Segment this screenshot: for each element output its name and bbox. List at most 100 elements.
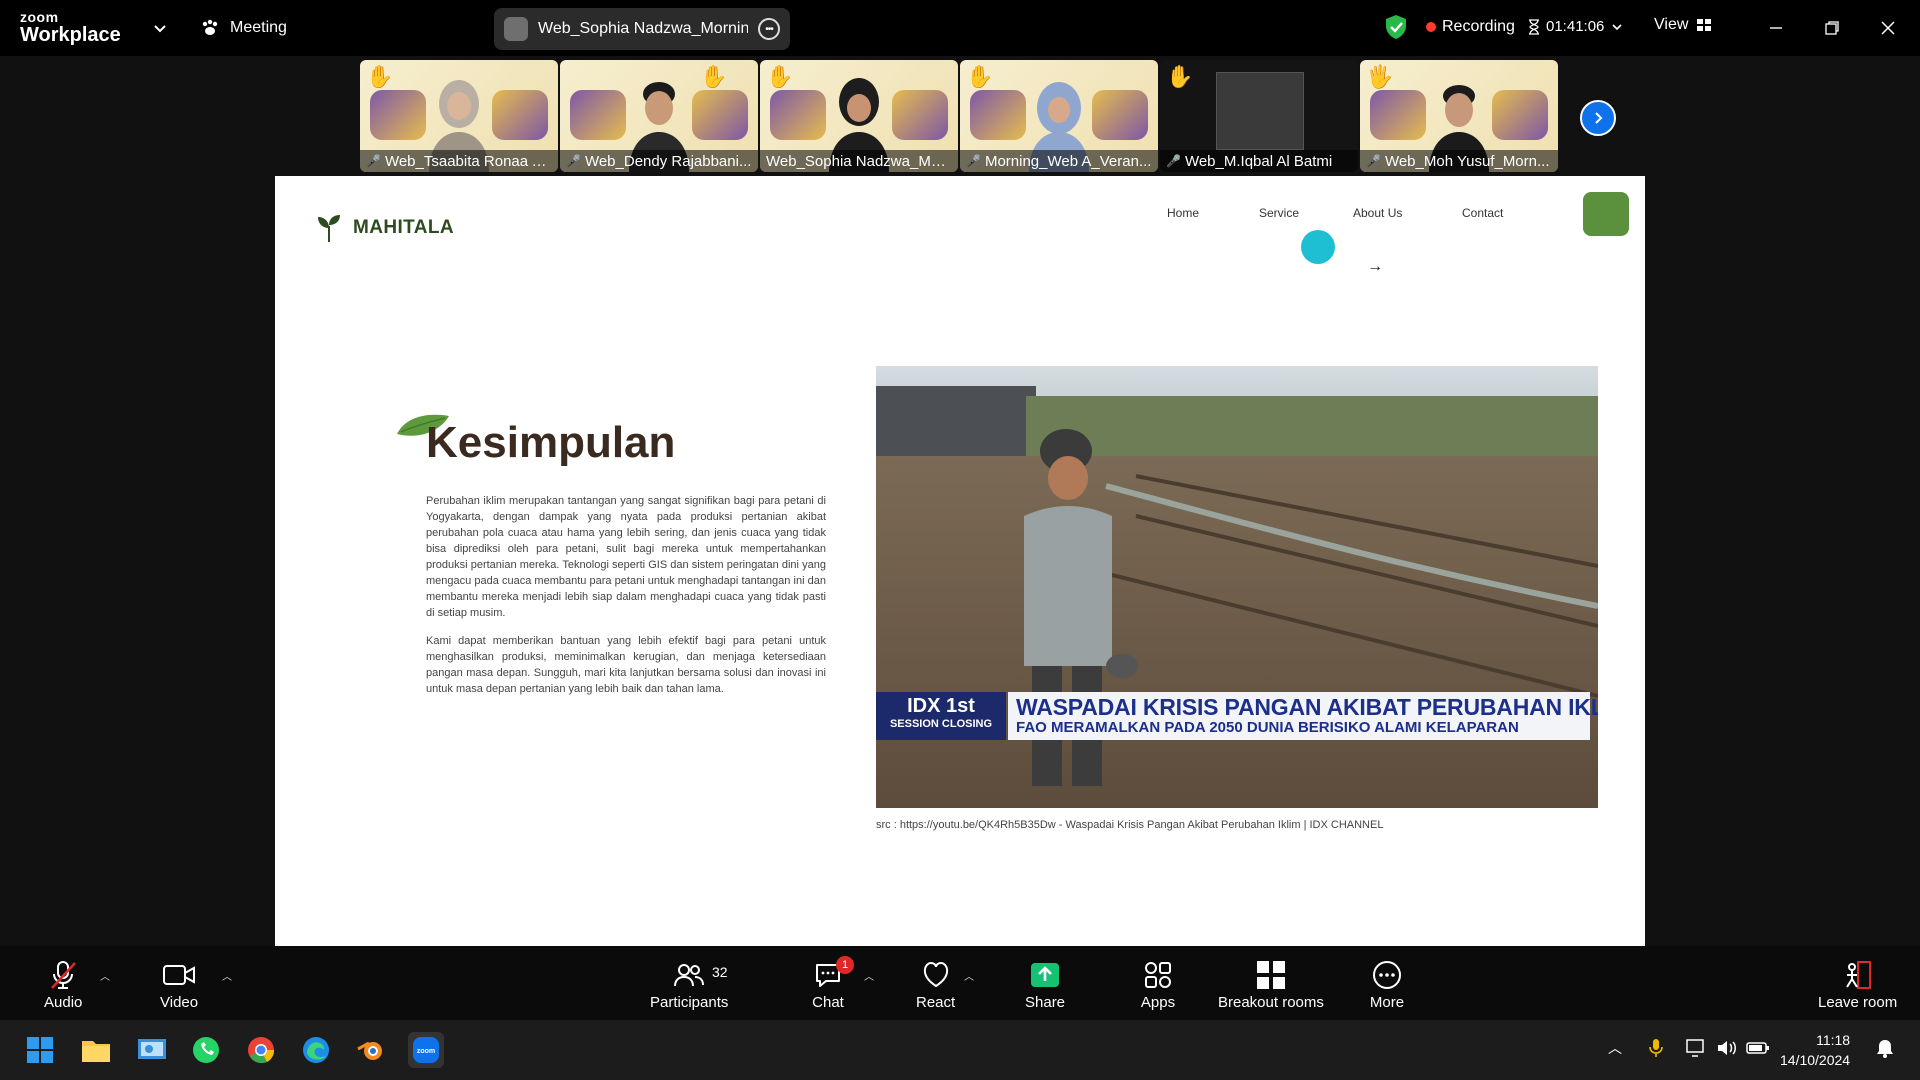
brand-name: MAHITALA xyxy=(353,217,454,238)
event-banner-right xyxy=(1492,90,1548,140)
chevron-down-icon[interactable] xyxy=(148,16,172,40)
windows-start-icon[interactable] xyxy=(22,1032,58,1068)
blender-icon[interactable] xyxy=(353,1032,389,1068)
mic-muted-icon: 🎤 xyxy=(366,154,381,168)
video-button[interactable]: Video xyxy=(160,960,198,1011)
more-button[interactable]: More xyxy=(1369,960,1405,1011)
video-source-caption: src : https://youtu.be/QK4Rh5B35Dw - Was… xyxy=(876,819,1384,831)
restore-icon[interactable] xyxy=(1816,12,1848,44)
react-options-caret[interactable]: ︿ xyxy=(964,968,974,983)
news-headline: WASPADAI KRISIS PANGAN AKIBAT PERUBAHAN … xyxy=(1016,694,1598,720)
battery-icon[interactable] xyxy=(1746,1038,1770,1061)
show-hidden-icons[interactable]: ︿ xyxy=(1608,1038,1622,1058)
participant-namebar: 🎤 Web_Tsaabita Ronaa A... xyxy=(360,150,558,172)
paragraph-1: Perubahan iklim merupakan tantangan yang… xyxy=(426,495,826,619)
notification-bell-icon[interactable] xyxy=(1876,1038,1894,1061)
shield-check-icon[interactable] xyxy=(1384,14,1408,40)
idx-badge-sub: SESSION CLOSING xyxy=(889,718,993,730)
chat-label: Chat xyxy=(812,994,844,1011)
edge-icon[interactable] xyxy=(298,1032,334,1068)
site-brand[interactable]: MAHITALA xyxy=(315,212,454,244)
chrome-icon[interactable] xyxy=(243,1032,279,1068)
participant-tile[interactable]: ✋ 🎤 Web_Tsaabita Ronaa A... xyxy=(360,60,558,172)
paw-icon xyxy=(202,19,218,35)
network-icon[interactable] xyxy=(1686,1038,1708,1061)
participant-namebar: 🎤 Web_Moh Yusuf_Morn... xyxy=(1360,150,1558,172)
participant-tile[interactable]: ✋ 🎤 Web_Dendy Rajabbani... xyxy=(560,60,758,172)
video-options-caret[interactable]: ︿ xyxy=(222,968,232,983)
participant-name: Web_Dendy Rajabbani... xyxy=(584,152,752,170)
more-label: More xyxy=(1369,994,1405,1011)
view-button[interactable]: View xyxy=(1654,16,1712,34)
audio-label: Audio xyxy=(44,994,83,1011)
record-dot-icon xyxy=(1426,22,1436,32)
view-label: View xyxy=(1654,16,1689,33)
chat-options-caret[interactable]: ︿ xyxy=(864,968,874,983)
more-options-icon[interactable]: ••• xyxy=(758,18,780,40)
zoom-logo[interactable]: zoom Workplace xyxy=(20,10,121,46)
event-banner-right xyxy=(692,90,748,140)
audio-button[interactable]: Audio xyxy=(44,960,82,1011)
sprout-logo-icon xyxy=(318,215,340,242)
participant-name: Morning_Web A_Veran... xyxy=(984,152,1152,170)
taskbar-clock[interactable]: 11:18 14/10/2024 xyxy=(1780,1030,1850,1070)
meeting-timer[interactable]: 01:41:06 xyxy=(1528,18,1624,35)
whatsapp-icon[interactable] xyxy=(188,1032,224,1068)
breakout-rooms-button[interactable]: Breakout rooms xyxy=(1218,960,1324,1011)
sharer-avatar xyxy=(504,17,528,41)
mic-muted-icon: 🎤 xyxy=(966,154,981,168)
raised-hand-icon: 🖐 xyxy=(1366,64,1394,89)
event-banner-left xyxy=(770,90,826,140)
recording-indicator[interactable]: Recording xyxy=(1426,18,1515,36)
arrow-right-icon: → xyxy=(1367,258,1383,275)
apps-button[interactable]: Apps xyxy=(1140,960,1176,1011)
timer-value: 01:41:06 xyxy=(1546,18,1605,35)
leave-room-button[interactable]: Leave room xyxy=(1818,960,1897,1011)
event-banner-left xyxy=(370,90,426,140)
raised-hand-icon: ✋ xyxy=(366,64,394,89)
zoom-taskbar-icon[interactable]: zoom xyxy=(408,1032,444,1068)
microphone-tray-icon[interactable] xyxy=(1648,1038,1664,1061)
file-explorer-icon[interactable] xyxy=(78,1032,114,1068)
volume-icon[interactable] xyxy=(1716,1038,1738,1061)
idx-badge: IDX 1st SESSION CLOSING xyxy=(876,692,1006,740)
nav-home[interactable]: Home xyxy=(1167,206,1199,220)
close-icon[interactable] xyxy=(1872,12,1904,44)
nav-service[interactable]: Service xyxy=(1259,206,1299,220)
news-video-still[interactable]: IDX 1st SESSION CLOSING WASPADAI KRISIS … xyxy=(876,366,1598,808)
participant-tile[interactable]: ✋ Web_Sophia Nadzwa_Mor... xyxy=(760,60,958,172)
windows-taskbar: zoom ︿ 11:18 14/10/2024 xyxy=(0,1020,1920,1080)
zoom-window: zoom Workplace Meeting Web_Sophia Nadzwa… xyxy=(0,0,1920,1080)
pointer-highlight xyxy=(1301,230,1335,264)
share-label: Share xyxy=(1025,994,1066,1011)
mic-muted-icon: 🎤 xyxy=(1166,154,1181,168)
screen-share-indicator[interactable]: Web_Sophia Nadzwa_Morning's ••• xyxy=(494,8,790,50)
participant-video xyxy=(1216,72,1304,150)
section-heading: Kesimpulan xyxy=(426,418,676,467)
participant-tile[interactable]: ✋ 🎤 Web_M.Iqbal Al Batmi xyxy=(1160,60,1358,172)
participant-tile[interactable]: 🖐 🎤 Web_Moh Yusuf_Morn... xyxy=(1360,60,1558,172)
participant-tile[interactable]: ✋ 🎤 Morning_Web A_Veran... xyxy=(960,60,1158,172)
apps-label: Apps xyxy=(1140,994,1176,1011)
nav-about[interactable]: About Us xyxy=(1353,206,1402,220)
video-camera-icon xyxy=(161,960,197,990)
react-label: React xyxy=(916,994,956,1011)
minimize-icon[interactable] xyxy=(1760,12,1792,44)
nav-cta-button[interactable] xyxy=(1583,192,1629,236)
meeting-toolbar: Audio ︿ Video ︿ Participants 32 Chat 1 ︿… xyxy=(0,946,1920,1020)
control-panel-icon[interactable] xyxy=(134,1032,170,1068)
participants-label: Participants xyxy=(650,994,729,1011)
idx-badge-title: IDX 1st xyxy=(907,695,975,717)
meeting-button[interactable]: Meeting xyxy=(200,14,287,42)
clock-time: 11:18 xyxy=(1816,1032,1851,1048)
react-button[interactable]: React xyxy=(916,960,955,1011)
audio-options-caret[interactable]: ︿ xyxy=(100,968,110,983)
event-banner-left xyxy=(1370,90,1426,140)
participant-namebar: 🎤 Morning_Web A_Veran... xyxy=(960,150,1158,172)
share-button[interactable]: Share xyxy=(1025,960,1065,1011)
chevron-right-icon xyxy=(1595,112,1603,124)
nav-contact[interactable]: Contact xyxy=(1462,206,1503,220)
next-page-button[interactable] xyxy=(1580,100,1616,136)
raised-hand-icon: ✋ xyxy=(966,64,994,89)
participant-name: Web_Moh Yusuf_Morn... xyxy=(1384,152,1550,170)
